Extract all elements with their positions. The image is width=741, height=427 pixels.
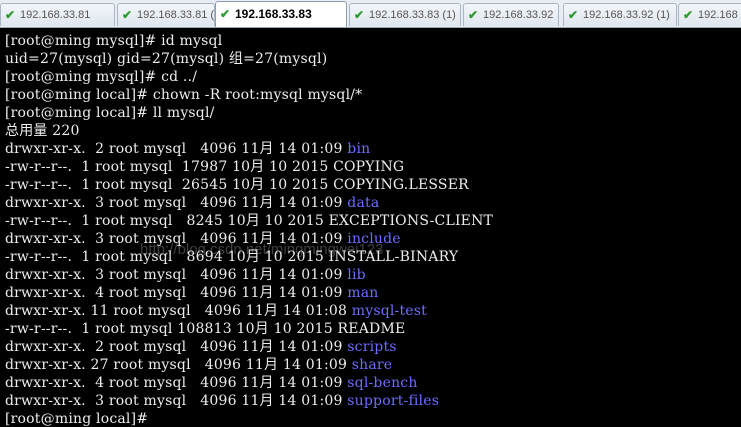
tab-0[interactable]: ✔ 192.168.33.81 [0,3,115,26]
line-text: drwxr-xr-x. 4 root mysql 4096 11月 14 01:… [5,375,348,391]
tab-4[interactable]: ✔ 192.168.33.92 [463,3,559,26]
terminal-output[interactable]: http://blog.csdn.net/mingmingwei123 [roo… [0,28,741,427]
terminal-line: -rw-r--r--. 1 root mysql 8694 10月 10 201… [5,248,458,266]
terminal-line: drwxr-xr-x. 3 root mysql 4096 11月 14 01:… [5,266,366,284]
line-text: -rw-r--r--. 1 root mysql 108813 10月 10 2… [5,321,338,337]
line-text: [root@ming mysql]# id mysql [5,33,223,49]
line-text: drwxr-xr-x. 11 root mysql 4096 11月 14 01… [5,303,352,319]
file-name: COPYING [333,159,405,175]
directory-name: support-files [347,393,440,409]
tab-label: 192.168.33.81 (1) [137,9,215,21]
tab-label: 192.168.33.92 [483,9,554,21]
terminal-line: [root@ming local]# [5,410,153,427]
terminal-line: -rw-r--r--. 1 root mysql 26545 10月 10 20… [5,176,469,194]
line-text: drwxr-xr-x. 4 root mysql 4096 11月 14 01:… [5,285,348,301]
line-text: [root@ming local]# ll mysql/ [5,105,215,121]
session-tab-bar: ✔ 192.168.33.81 ✔ 192.168.33.81 (1) ✔ 192.168… [0,0,741,28]
directory-name: scripts [347,339,397,355]
terminal-line: 总用量 220 [5,122,80,140]
line-text: -rw-r--r--. 1 root mysql 8694 10月 10 201… [5,249,329,265]
tab-label: 192.168.33.92 (1) [583,9,670,21]
terminal-line: drwxr-xr-x. 27 root mysql 4096 11月 14 01… [5,356,392,374]
line-text: drwxr-xr-x. 2 root mysql 4096 11月 14 01:… [5,141,348,157]
line-text: [root@ming mysql]# cd ../ [5,69,198,85]
directory-name: lib [347,267,366,283]
file-name: README [337,321,406,337]
tab-label: 192.168.33.83 [235,7,312,21]
line-text: [root@ming local]# chown -R root:mysql m… [5,87,363,103]
terminal-line: [root@ming mysql]# cd ../ [5,68,197,86]
line-text: -rw-r--r--. 1 root mysql 8245 10月 10 201… [5,213,329,229]
terminal-line: drwxr-xr-x. 4 root mysql 4096 11月 14 01:… [5,374,418,392]
terminal-line: -rw-r--r--. 1 root mysql 17987 10月 10 20… [5,158,404,176]
tab-label: 192.168.33.81 [20,9,91,21]
terminal-line: drwxr-xr-x. 11 root mysql 4096 11月 14 01… [5,302,427,320]
directory-name: mysql-test [351,303,427,319]
check-icon: ✔ [468,8,479,22]
tab-label: 192.168 [698,9,738,21]
line-text: drwxr-xr-x. 2 root mysql 4096 11月 14 01:… [5,339,348,355]
line-text: -rw-r--r--. 1 root mysql 17987 10月 10 20… [5,159,334,175]
line-text: drwxr-xr-x. 3 root mysql 4096 11月 14 01:… [5,231,348,247]
terminal-line: drwxr-xr-x. 2 root mysql 4096 11月 14 01:… [5,140,370,158]
directory-name: man [347,285,379,301]
terminal-line: [root@ming local]# ll mysql/ [5,104,215,122]
file-name: INSTALL-BINARY [328,249,459,265]
tab-2[interactable]: ✔ 192.168.33.83 [215,1,347,27]
terminal-line: -rw-r--r--. 1 root mysql 8245 10月 10 201… [5,212,493,230]
terminal-line: drwxr-xr-x. 3 root mysql 4096 11月 14 01:… [5,194,379,212]
line-text: drwxr-xr-x. 3 root mysql 4096 11月 14 01:… [5,393,348,409]
file-name: COPYING.LESSER [333,177,469,193]
directory-name: share [351,357,393,373]
terminal-line: -rw-r--r--. 1 root mysql 108813 10月 10 2… [5,320,405,338]
line-text: 总用量 220 [5,123,80,139]
line-text: drwxr-xr-x. 3 root mysql 4096 11月 14 01:… [5,195,348,211]
file-name: EXCEPTIONS-CLIENT [328,213,494,229]
check-icon: ✔ [5,8,16,22]
check-icon: ✔ [568,8,579,22]
check-icon: ✔ [122,8,133,22]
tab-1[interactable]: ✔ 192.168.33.81 (1) [117,3,215,26]
directory-name: include [347,231,401,247]
directory-name: data [347,195,380,211]
line-text: -rw-r--r--. 1 root mysql 26545 10月 10 20… [5,177,334,193]
check-icon: ✔ [683,8,694,22]
terminal-line: [root@ming mysql]# id mysql [5,32,222,50]
directory-name: sql-bench [347,375,418,391]
check-icon: ✔ [220,7,231,21]
terminal-line: drwxr-xr-x. 4 root mysql 4096 11月 14 01:… [5,284,379,302]
line-text: drwxr-xr-x. 27 root mysql 4096 11月 14 01… [5,357,352,373]
tab-6[interactable]: ✔ 192.168 [678,3,741,26]
line-text: uid=27(mysql) gid=27(mysql) 组=27(mysql) [5,51,328,67]
terminal-line: [root@ming local]# chown -R root:mysql m… [5,86,362,104]
line-text: [root@ming local]# [5,411,153,427]
tab-3[interactable]: ✔ 192.168.33.83 (1) [349,3,461,26]
tab-5[interactable]: ✔ 192.168.33.92 (1) [563,3,677,26]
terminal-line: drwxr-xr-x. 3 root mysql 4096 11月 14 01:… [5,392,439,410]
terminal-line: drwxr-xr-x. 2 root mysql 4096 11月 14 01:… [5,338,397,356]
check-icon: ✔ [354,8,365,22]
terminal-line: uid=27(mysql) gid=27(mysql) 组=27(mysql) [5,50,327,68]
line-text: drwxr-xr-x. 3 root mysql 4096 11月 14 01:… [5,267,348,283]
terminal-line: drwxr-xr-x. 3 root mysql 4096 11月 14 01:… [5,230,401,248]
tab-label: 192.168.33.83 (1) [369,9,456,21]
directory-name: bin [347,141,371,157]
